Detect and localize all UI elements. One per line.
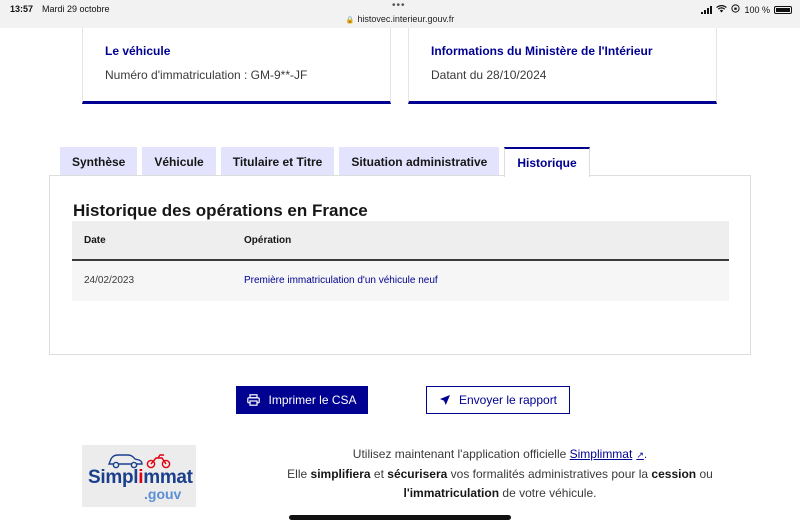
printer-icon	[247, 394, 261, 406]
multitasking-dots-icon[interactable]: •••	[392, 0, 406, 11]
vehicle-card-title: Le véhicule	[105, 44, 171, 58]
simplimmat-logo[interactable]: Simplimmat .gouv	[82, 445, 196, 507]
history-title: Historique des opérations en France	[73, 201, 368, 220]
vehicle-plate-number: Numéro d'immatriculation : GM-9**-JF	[105, 68, 308, 82]
row-date: 24/02/2023	[84, 275, 135, 286]
address-bar[interactable]: 🔒 histovec.interieur.gouv.fr	[0, 14, 800, 24]
status-indicators: 100 %	[701, 4, 792, 15]
promo-text: de votre véhicule.	[502, 486, 597, 500]
promo-text: Utilisez maintenant l'application offici…	[352, 447, 567, 461]
promo-text: et	[373, 467, 384, 481]
promo-emphasis: cession	[651, 467, 697, 481]
battery-icon	[774, 5, 792, 14]
status-time: 13:57	[10, 4, 34, 14]
promo-text: ou	[699, 467, 713, 481]
url-text: histovec.interieur.gouv.fr	[357, 14, 455, 24]
tab-synthese[interactable]: Synthèse	[60, 147, 138, 176]
promo-text: vos formalités administratives pour la	[450, 467, 649, 481]
simplimmat-link[interactable]: Simplimmat ↗	[570, 447, 644, 461]
promo-emphasis: l'immatriculation	[403, 486, 500, 500]
tab-titulaire-et-titre[interactable]: Titulaire et Titre	[220, 147, 335, 176]
table-header: Date Opération	[72, 221, 729, 261]
ministry-info-card: Informations du Ministère de l'Intérieur…	[408, 28, 717, 104]
ministry-card-title: Informations du Ministère de l'Intérieur	[431, 44, 653, 58]
battery-percent: 100 %	[744, 4, 770, 15]
external-link-icon: ↗	[636, 450, 644, 460]
column-header-operation: Opération	[244, 235, 292, 246]
history-panel: Historique des opérations en France Date…	[49, 175, 751, 355]
orientation-lock-icon	[731, 4, 741, 15]
vehicle-card: Le véhicule Numéro d'immatriculation : G…	[82, 28, 391, 104]
simplimmat-promo: Utilisez maintenant l'application offici…	[230, 445, 770, 503]
ios-status-bar: 13:57 Mardi 29 octobre ••• 🔒 histovec.int…	[0, 0, 800, 28]
ministry-info-date: Datant du 28/10/2024	[431, 68, 547, 82]
lock-icon: 🔒	[345, 17, 355, 24]
tab-vehicule[interactable]: Véhicule	[142, 147, 216, 176]
send-report-button[interactable]: Envoyer le rapport	[426, 386, 570, 414]
signal-icon	[701, 5, 713, 14]
send-report-label: Envoyer le rapport	[458, 393, 558, 407]
send-arrow-icon	[439, 394, 451, 406]
tab-historique[interactable]: Historique	[504, 147, 590, 177]
promo-text: .	[643, 447, 648, 461]
promo-line-2: Elle simplifiera et sécurisera vos forma…	[230, 465, 770, 484]
promo-emphasis: simplifiera	[310, 467, 371, 481]
wordmark-part: mmat	[143, 467, 193, 488]
wifi-icon	[716, 4, 728, 15]
column-header-date: Date	[84, 235, 106, 246]
promo-line-1: Utilisez maintenant l'application offici…	[230, 445, 770, 465]
print-csa-label: Imprimer le CSA	[268, 393, 357, 407]
home-indicator[interactable]	[289, 515, 511, 520]
tab-situation-administrative[interactable]: Situation administrative	[339, 147, 500, 176]
status-date: Mardi 29 octobre	[42, 4, 110, 14]
print-csa-button[interactable]: Imprimer le CSA	[236, 386, 368, 414]
wordmark-part: Simpl	[88, 467, 139, 488]
promo-text: Elle	[287, 467, 308, 481]
promo-emphasis: sécurisera	[387, 467, 448, 481]
simplimmat-link-label: Simplimmat	[569, 447, 633, 461]
table-row: 24/02/2023 Première immatriculation d'un…	[72, 261, 729, 301]
promo-line-3: l'immatriculation de votre véhicule.	[230, 484, 770, 503]
gouv-suffix: .gouv	[144, 486, 182, 502]
row-operation: Première immatriculation d'un véhicule n…	[244, 275, 438, 286]
report-tabs: Synthèse Véhicule Titulaire et Titre Sit…	[60, 147, 590, 177]
history-table: Date Opération 24/02/2023 Première immat…	[72, 221, 729, 301]
